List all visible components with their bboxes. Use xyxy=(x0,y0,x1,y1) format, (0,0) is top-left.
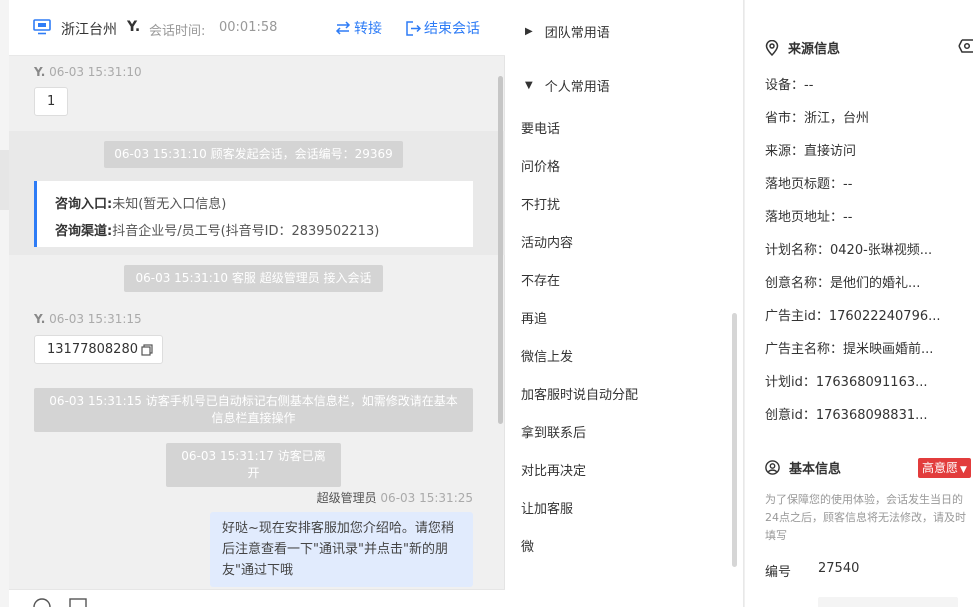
info-row: 落地页标题：-- xyxy=(765,177,853,192)
edit-notice: 为了保障您的使用体验，会话发生当日的24点之后，顾客信息将无法修改，请及时填写 xyxy=(765,493,966,542)
personal-phrases-group[interactable]: ▼ 个人常用语 xyxy=(525,76,610,95)
info-row: 创意名称：是他们的婚礼... xyxy=(765,276,921,291)
info-field[interactable] xyxy=(818,597,958,607)
agent-name: 超级管理员 xyxy=(316,491,377,505)
number-label: 编号 xyxy=(765,565,792,580)
exit-icon xyxy=(406,20,421,36)
caret-down-icon: ▼ xyxy=(525,80,533,91)
source-info-header: 来源信息 xyxy=(765,38,840,57)
sidebar-active-marker xyxy=(0,150,9,210)
info-row: 创意id：176368098831... xyxy=(765,408,928,423)
settings-icon[interactable] xyxy=(958,38,973,54)
image-icon[interactable] xyxy=(69,598,87,607)
basic-info-title: 基本信息 xyxy=(789,462,842,477)
location-pin-icon xyxy=(765,39,779,56)
basic-info-header: 基本信息 xyxy=(765,458,841,477)
message-meta: 超级管理员 06-03 15:31:25 xyxy=(316,489,473,506)
intent-level-select[interactable]: 高意愿 ▼ xyxy=(918,458,971,478)
copy-icon[interactable] xyxy=(141,344,153,356)
info-row: 落地页地址：-- xyxy=(765,210,853,225)
phrase-item[interactable]: 要电话 xyxy=(521,119,638,157)
message-meta: Y. 06-03 15:31:10 xyxy=(34,65,142,79)
phrase-item[interactable]: 对比再决定 xyxy=(521,461,638,499)
source-info-list: 设备：-- 省市：浙江，台州 来源：直接访问 落地页标题：-- 落地页地址：--… xyxy=(765,76,941,439)
info-row: 来源：直接访问 xyxy=(765,144,857,159)
phrase-item[interactable]: 微信上发 xyxy=(521,347,638,385)
phrase-item[interactable]: 问价格 xyxy=(521,157,638,195)
phrase-item[interactable]: 让加客服 xyxy=(521,499,638,537)
transfer-icon xyxy=(335,21,351,35)
info-row: 广告主id：176022240796... xyxy=(765,309,941,324)
info-row: 计划名称：0420-张琳视频... xyxy=(765,243,933,258)
user-icon xyxy=(765,460,780,475)
phrase-item[interactable]: 加客服时说自动分配 xyxy=(521,385,638,423)
entry-row: 咨询入口:未知(暂无入口信息) xyxy=(55,191,473,218)
visitor-message: 1 xyxy=(34,87,69,116)
caret-right-icon: ▶ xyxy=(525,26,533,37)
message-meta: Y. 06-03 15:31:15 xyxy=(34,312,142,326)
message-time: 06-03 15:31:10 xyxy=(49,65,142,79)
system-message: 06-03 15:31:17 访客已离开 xyxy=(166,443,341,487)
source-info-title: 来源信息 xyxy=(788,42,841,57)
system-message: 06-03 15:31:10 客服 超级管理员 接入会话 xyxy=(124,265,383,292)
info-row: 设备：-- xyxy=(765,78,814,93)
message-time: 06-03 15:31:25 xyxy=(380,491,473,505)
chat-scrollbar[interactable] xyxy=(498,76,503,424)
left-sidebar-edge xyxy=(0,0,9,607)
visitor-location: 浙江台州 xyxy=(61,22,117,38)
number-value: 27540 xyxy=(818,561,860,576)
info-row: 计划id：176368091163... xyxy=(765,375,928,390)
monitor-icon xyxy=(33,19,51,35)
phrase-item[interactable]: 不打扰 xyxy=(521,195,638,233)
phrase-item[interactable]: 再追 xyxy=(521,309,638,347)
system-message: 06-03 15:31:15 访客手机号已自动标记右侧基本信息栏，如需修改请在基… xyxy=(34,388,473,432)
entry-value: 未知(暂无入口信息) xyxy=(112,197,227,212)
chat-workspace: 浙江台州 Y. 会话时间: 00:01:58 转接 结束会话 Y. 06-03 … xyxy=(0,0,973,607)
phrase-item[interactable]: 活动内容 xyxy=(521,233,638,271)
team-phrases-label: 团队常用语 xyxy=(544,26,610,41)
message-time: 06-03 15:31:15 xyxy=(49,312,142,326)
message-sender: Y. xyxy=(34,65,46,79)
channel-row: 咨询渠道:抖音企业号/员工号(抖音号ID：2839502213) xyxy=(55,218,473,245)
channel-value: 抖音企业号/员工号(抖音号ID：2839502213) xyxy=(112,224,380,239)
chat-panel: 浙江台州 Y. 会话时间: 00:01:58 转接 结束会话 Y. 06-03 … xyxy=(9,0,505,607)
emoji-icon[interactable] xyxy=(33,598,51,607)
team-phrases-group[interactable]: ▶ 团队常用语 xyxy=(525,22,610,41)
entry-label: 咨询入口: xyxy=(55,197,113,212)
phrase-item[interactable]: 不存在 xyxy=(521,271,638,309)
info-row: 广告主名称：提米映画婚前... xyxy=(765,342,934,357)
message-list[interactable]: Y. 06-03 15:31:10 1 06-03 15:31:10 顾客发起会… xyxy=(9,57,505,589)
intent-level-value: 高意愿 xyxy=(922,461,959,475)
chat-header: 浙江台州 Y. 会话时间: 00:01:58 转接 结束会话 xyxy=(9,0,505,56)
info-row: 省市：浙江，台州 xyxy=(765,111,870,126)
common-phrases-panel: ▶ 团队常用语 ▼ 个人常用语 要电话 问价格 不打扰 活动内容 不存在 再追 … xyxy=(505,0,744,607)
session-time: 00:01:58 xyxy=(219,20,278,35)
system-message: 06-03 15:31:10 顾客发起会话，会话编号：29369 xyxy=(104,141,403,168)
end-session-label: 结束会话 xyxy=(424,21,480,37)
message-sender: Y. xyxy=(34,312,46,326)
session-time-label: 会话时间: xyxy=(149,24,206,39)
end-session-button[interactable]: 结束会话 xyxy=(405,18,480,38)
transfer-label: 转接 xyxy=(354,21,382,37)
visitor-message: 13177808280 xyxy=(34,335,163,364)
chat-toolbar xyxy=(9,589,505,607)
phrase-item[interactable]: 拿到联系后 xyxy=(521,423,638,461)
phrase-list: 要电话 问价格 不打扰 活动内容 不存在 再追 微信上发 加客服时说自动分配 拿… xyxy=(521,119,638,575)
channel-label: 咨询渠道: xyxy=(55,224,113,239)
personal-phrases-label: 个人常用语 xyxy=(544,80,610,95)
phone-number: 13177808280 xyxy=(47,342,138,357)
phrase-item[interactable]: 微 xyxy=(521,537,638,575)
visitor-name: Y. xyxy=(127,19,141,35)
transfer-button[interactable]: 转接 xyxy=(335,18,382,38)
caret-down-icon: ▼ xyxy=(960,465,967,475)
visitor-info-panel: 来源信息 设备：-- 省市：浙江，台州 来源：直接访问 落地页标题：-- 落地页… xyxy=(745,0,973,607)
phrases-scrollbar[interactable] xyxy=(732,313,737,567)
agent-message: 好哒~现在安排客服加您介绍哈。请您稍后注意查看一下"通讯录"并点击"新的朋友"通… xyxy=(210,512,473,587)
entry-info-card: 咨询入口:未知(暂无入口信息) 咨询渠道:抖音企业号/员工号(抖音号ID：283… xyxy=(34,181,473,247)
